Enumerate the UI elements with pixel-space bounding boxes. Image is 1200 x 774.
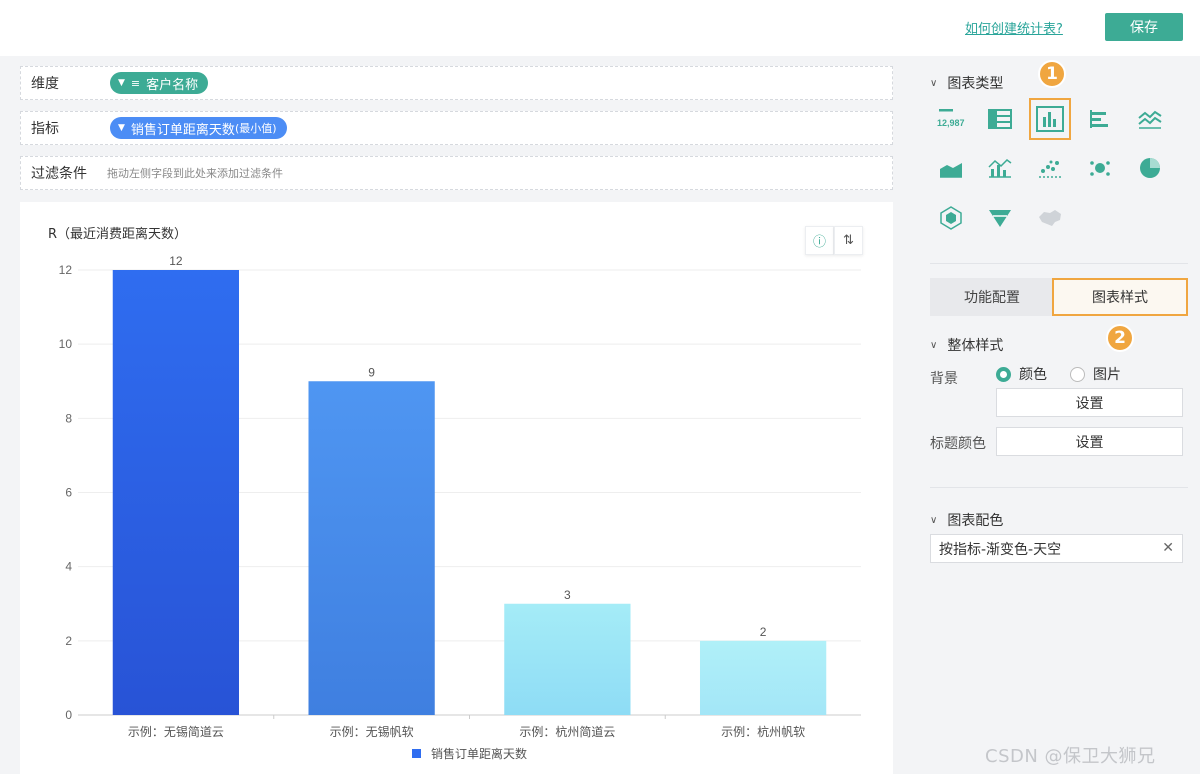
area-chart-icon[interactable] xyxy=(930,147,972,189)
chart-color-select[interactable]: 按指标-渐变色-天空 ✕ xyxy=(930,534,1183,563)
chart-card: R（最近消费距离天数） ⓘ ⇅ 0 2 4 6 8 10 12 12 示例：无锡简道云 9 示例：无… xyxy=(20,202,893,774)
chart-color-value: 按指标-渐变色-天空 xyxy=(939,541,1062,558)
x-tick-label: 示例：无锡简道云 xyxy=(128,724,224,739)
metric-aggregation: (最小值) xyxy=(234,122,277,135)
dimension-pill[interactable]: ▼ ≡ 客户名称 xyxy=(110,72,209,94)
radio-image[interactable]: 图片 xyxy=(1070,364,1121,384)
dimension-pill-label: 客户名称 xyxy=(146,77,199,93)
horizontal-bar-icon[interactable] xyxy=(1079,98,1121,140)
radio-dot xyxy=(996,366,1011,382)
chart-color-section[interactable]: ∨ 图表配色 xyxy=(930,510,1003,530)
chevron-down-icon: ∨ xyxy=(930,77,938,89)
legend-swatch xyxy=(412,749,421,758)
step-badge-2: 2 xyxy=(1106,324,1134,352)
bar xyxy=(504,603,631,715)
dimension-row[interactable]: 维度 ▼ ≡ 客户名称 xyxy=(20,66,893,100)
bar xyxy=(308,381,435,715)
title-color-set-button[interactable]: 设置 xyxy=(996,427,1183,456)
background-set-button[interactable]: 设置 xyxy=(996,388,1183,417)
radio-color[interactable]: 颜色 xyxy=(996,364,1047,384)
radio-image-label: 图片 xyxy=(1093,367,1121,383)
bar xyxy=(699,640,827,715)
tab-chart-style[interactable]: 图表样式 xyxy=(1052,278,1188,316)
legend-label: 销售订单距离天数 xyxy=(431,746,527,761)
chevron-down-icon: ▼ xyxy=(118,78,125,88)
combo-chart-icon[interactable] xyxy=(979,147,1021,189)
y-tick-label: 6 xyxy=(65,486,72,500)
radio-dot xyxy=(1070,366,1085,382)
top-bar: 如何创建统计表? 保存 xyxy=(0,0,1200,56)
chevron-down-icon: ∨ xyxy=(930,339,938,351)
x-tick-label: 示例：杭州简道云 xyxy=(519,724,615,739)
scatter-icon[interactable] xyxy=(1029,147,1071,189)
config-tabs: 功能配置 图表样式 xyxy=(930,278,1188,316)
data-label: 2 xyxy=(760,625,767,639)
metric-pill[interactable]: ▼ 销售订单距离天数 (最小值) xyxy=(110,117,287,139)
data-label: 3 xyxy=(564,588,571,602)
bar-chart: 0 2 4 6 8 10 12 12 示例：无锡简道云 9 示例：无锡帆软 3 示例：杭州简道云 2 示例：… xyxy=(59,254,861,761)
divider xyxy=(930,263,1188,264)
step-badge-1: 1 xyxy=(1038,60,1066,88)
data-label: 12 xyxy=(169,254,183,268)
overall-style-title: 整体样式 xyxy=(947,338,1004,354)
pie-chart-icon[interactable] xyxy=(1129,147,1171,189)
watermark: CSDN @保卫大狮兄 xyxy=(985,746,1156,767)
y-tick-label: 0 xyxy=(65,708,72,722)
table-icon[interactable] xyxy=(979,98,1021,140)
help-link[interactable]: 如何创建统计表? xyxy=(965,18,1063,37)
tab-function-config[interactable]: 功能配置 xyxy=(930,278,1054,316)
chevron-down-icon: ▼ xyxy=(118,123,125,133)
chart-color-title: 图表配色 xyxy=(947,513,1004,529)
settings-panel: ∨ 图表类型 1 12,987 功能配置 图表样式 2 ∨ 整体样式 背景 颜色… xyxy=(906,56,1200,774)
save-button[interactable]: 保存 xyxy=(1105,13,1183,41)
funnel-icon[interactable] xyxy=(979,197,1021,239)
svg-text:12,987: 12,987 xyxy=(937,118,965,128)
data-label: 9 xyxy=(368,365,375,379)
bubble-icon[interactable] xyxy=(1079,147,1121,189)
text-field-icon: ≡ xyxy=(130,76,141,90)
radar-icon[interactable] xyxy=(930,197,972,239)
line-chart-icon[interactable] xyxy=(1129,98,1171,140)
x-tick-label: 示例：杭州帆软 xyxy=(721,724,805,739)
chevron-down-icon: ∨ xyxy=(930,514,938,526)
bar xyxy=(112,270,240,715)
metric-row[interactable]: 指标 ▼ 销售订单距离天数 (最小值) xyxy=(20,111,893,145)
filter-hint: 拖动左侧字段到此处来添加过滤条件 xyxy=(107,167,283,180)
metric-label: 指标 xyxy=(31,121,59,137)
overall-style-section[interactable]: ∨ 整体样式 xyxy=(930,335,1003,355)
bar-chart-icon[interactable] xyxy=(1029,98,1071,140)
background-label: 背景 xyxy=(930,371,958,387)
chart-type-title: 图表类型 xyxy=(947,76,1004,92)
chart-type-section[interactable]: ∨ 图表类型 xyxy=(930,73,1003,93)
y-tick-label: 8 xyxy=(65,411,72,425)
filter-label: 过滤条件 xyxy=(31,166,87,182)
close-icon[interactable]: ✕ xyxy=(1162,540,1174,556)
radio-color-label: 颜色 xyxy=(1019,367,1047,383)
title-color-label: 标题颜色 xyxy=(930,436,986,452)
number-card-icon[interactable]: 12,987 xyxy=(930,98,972,140)
y-tick-label: 2 xyxy=(65,634,72,648)
y-tick-label: 10 xyxy=(59,337,73,351)
metric-pill-label: 销售订单距离天数 xyxy=(130,122,235,138)
main-area: 维度 ▼ ≡ 客户名称 指标 ▼ 销售订单距离天数 (最小值) 过滤条件 拖动左… xyxy=(0,56,906,774)
filter-row[interactable]: 过滤条件 拖动左侧字段到此处来添加过滤条件 xyxy=(20,156,893,190)
y-tick-label: 12 xyxy=(59,263,73,277)
y-tick-label: 4 xyxy=(65,560,72,574)
divider xyxy=(930,487,1188,488)
x-tick-label: 示例：无锡帆软 xyxy=(330,724,414,739)
map-icon[interactable] xyxy=(1029,197,1071,239)
dimension-label: 维度 xyxy=(31,76,59,92)
